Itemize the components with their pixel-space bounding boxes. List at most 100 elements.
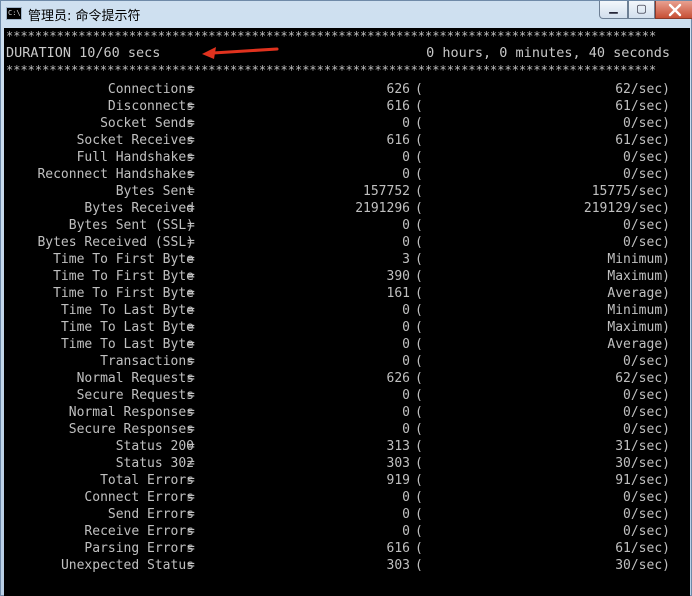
stat-rate: 0/sec) [623, 150, 670, 165]
stat-equals: = [187, 133, 195, 148]
stat-row: Bytes Received = 2191296 (219129/sec) [4, 200, 690, 217]
stat-rate: 62/sec) [615, 371, 670, 386]
stat-rate: 0/sec) [623, 507, 670, 522]
close-button[interactable] [655, 1, 692, 19]
stat-rate: 61/sec) [615, 133, 670, 148]
stat-value: 0 [402, 167, 410, 182]
stat-paren: ( [415, 473, 423, 488]
stat-value: 0 [402, 218, 410, 233]
minimize-button[interactable]: ▁ [599, 1, 628, 19]
stat-label: Time To First Byte [53, 252, 194, 267]
stat-paren: ( [415, 422, 423, 437]
stat-paren: ( [415, 507, 423, 522]
stat-rate: 30/sec) [615, 558, 670, 573]
window-title: 管理员: 命令提示符 [28, 9, 141, 24]
stat-paren: ( [415, 439, 423, 454]
stat-row: Bytes Received (SSL) = 0 (0/sec) [4, 234, 690, 251]
stat-paren: ( [415, 201, 423, 216]
stat-rate: Average) [607, 337, 670, 352]
stat-value: 0 [402, 490, 410, 505]
cmd-app-icon[interactable]: C:\ [6, 7, 22, 20]
stat-row: Time To First Byte = 390 (Maximum) [4, 268, 690, 285]
stat-label: Normal Responses [68, 405, 194, 420]
stat-equals: = [187, 286, 195, 301]
stat-equals: = [187, 422, 195, 437]
stat-value: 616 [386, 133, 410, 148]
stat-label: Socket Receives [76, 133, 194, 148]
stat-paren: ( [415, 218, 423, 233]
stat-row: Time To First Byte = 3 (Minimum) [4, 251, 690, 268]
stat-equals: = [187, 150, 195, 165]
stat-row: Full Handshakes = 0 (0/sec) [4, 149, 690, 166]
duration-label: DURATION 10/60 secs [6, 45, 161, 61]
stat-rate: 219129/sec) [583, 201, 670, 216]
console-output[interactable]: ****************************************… [4, 28, 690, 596]
stat-rate: 62/sec) [615, 82, 670, 97]
stat-rate: 30/sec) [615, 456, 670, 471]
stat-equals: = [187, 201, 195, 216]
stat-paren: ( [415, 116, 423, 131]
stat-paren: ( [415, 490, 423, 505]
stat-value: 157752 [363, 184, 410, 199]
stat-rate: Average) [607, 286, 670, 301]
stat-value: 0 [402, 388, 410, 403]
stat-paren: ( [415, 524, 423, 539]
stat-row: Unexpected Status = 303 (30/sec) [4, 557, 690, 574]
stat-equals: = [187, 473, 195, 488]
stat-equals: = [187, 354, 195, 369]
stat-equals: = [187, 337, 195, 352]
stat-paren: ( [415, 456, 423, 471]
title-bar[interactable]: C:\ 管理员: 命令提示符 ▁ ▢ [1, 1, 692, 28]
stat-row: Time To Last Byte = 0 ( Average) [4, 336, 690, 353]
stat-rate: 61/sec) [615, 541, 670, 556]
stat-rate: 0/sec) [623, 218, 670, 233]
stat-equals: = [187, 490, 195, 505]
stat-rate: 0/sec) [623, 235, 670, 250]
stat-paren: ( [415, 354, 423, 369]
stat-label: Socket Sends [100, 116, 194, 131]
stat-value: 161 [386, 286, 410, 301]
stat-paren: ( [415, 99, 423, 114]
stat-label: Transactions [100, 354, 194, 369]
stat-row: Time To Last Byte = 0 (Minimum) [4, 302, 690, 319]
stat-rate: 0/sec) [623, 490, 670, 505]
stat-label: Status 302 [115, 456, 194, 471]
stat-equals: = [187, 388, 195, 403]
stat-rate: Maximum) [607, 320, 670, 335]
stat-equals: = [187, 99, 195, 114]
maximize-button[interactable]: ▢ [628, 1, 655, 19]
stat-row: Bytes Sent (SSL) = 0 (0/sec) [4, 217, 690, 234]
stat-rate: 61/sec) [615, 99, 670, 114]
stat-label: Send Errors [107, 507, 194, 522]
stat-paren: ( [415, 337, 423, 352]
stat-rate: 31/sec) [615, 439, 670, 454]
stat-label: Time To Last Byte [60, 320, 194, 335]
stat-row: Status 200 = 313 (31/sec) [4, 438, 690, 455]
stat-label: Reconnect Handshakes [37, 167, 194, 182]
stat-paren: ( [415, 405, 423, 420]
stat-paren: ( [415, 252, 423, 267]
stat-row: Send Errors = 0 (0/sec) [4, 506, 690, 523]
elapsed-time: 0 hours, 0 minutes, 40 seconds [426, 45, 670, 61]
stat-value: 0 [402, 337, 410, 352]
stat-row: Parsing Errors = 616 (61/sec) [4, 540, 690, 557]
stat-equals: = [187, 303, 195, 318]
stat-equals: = [187, 252, 195, 267]
stat-rate: 0/sec) [623, 405, 670, 420]
stat-row: Normal Requests = 626 (62/sec) [4, 370, 690, 387]
stat-value: 313 [386, 439, 410, 454]
stat-label: Parsing Errors [84, 541, 194, 556]
stat-value: 626 [386, 371, 410, 386]
stat-label: Time To Last Byte [60, 337, 194, 352]
stat-equals: = [187, 320, 195, 335]
stat-label: Bytes Sent (SSL) [68, 218, 194, 233]
stat-label: Time To First Byte [53, 269, 194, 284]
stat-label: Receive Errors [84, 524, 194, 539]
stat-row: Receive Errors = 0 (0/sec) [4, 523, 690, 540]
stat-label: Full Handshakes [76, 150, 194, 165]
stat-row: Secure Responses = 0 (0/sec) [4, 421, 690, 438]
stat-paren: ( [415, 167, 423, 182]
stat-row: Time To Last Byte = 0 (Maximum) [4, 319, 690, 336]
stat-rate: Minimum) [607, 252, 670, 267]
stat-row: Connect Errors = 0 (0/sec) [4, 489, 690, 506]
